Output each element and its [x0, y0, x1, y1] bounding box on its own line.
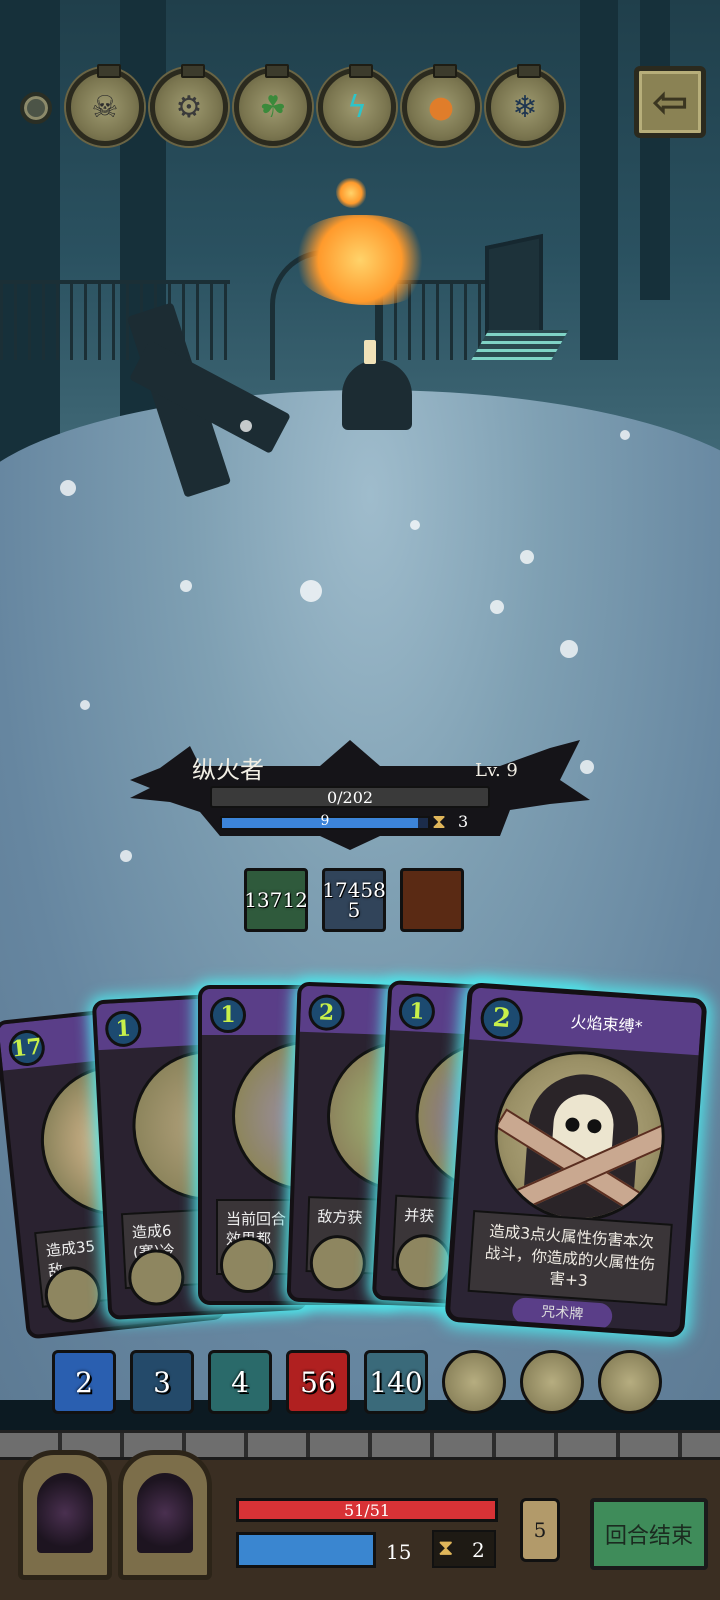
dead-tree	[580, 0, 618, 360]
snowflake	[240, 420, 252, 432]
lightning-relic-icon: ϟ	[347, 89, 367, 125]
orange-orb-relic-icon: ●	[427, 89, 455, 125]
snowflake	[620, 430, 630, 440]
snowflake	[60, 480, 76, 496]
ice-orb-icon[interactable]	[520, 1350, 584, 1414]
frost-rune-icon[interactable]	[442, 1350, 506, 1414]
back-button[interactable]: ⇦	[634, 66, 706, 138]
draw-pile-icon[interactable]: 2	[52, 1350, 116, 1414]
snowflake	[560, 640, 578, 658]
card-art-hooded-skeleton	[488, 1045, 671, 1227]
card-type-label: 咒术牌	[511, 1296, 614, 1330]
snowflake	[180, 580, 192, 592]
warrior-portrait-icon[interactable]	[598, 1350, 662, 1414]
ember	[336, 178, 366, 208]
buff-value: 17458 5	[322, 878, 386, 922]
enemy-timer: 3	[458, 812, 469, 831]
player-energy-fill	[239, 1535, 373, 1565]
frost-pile-icon[interactable]: 140	[364, 1350, 428, 1414]
player-hourglass-value: 2	[472, 1538, 485, 1562]
relic-slot[interactable]: ☠	[66, 64, 144, 146]
fire-pile-icon[interactable]: 56	[286, 1350, 350, 1414]
dead-tree	[640, 0, 670, 300]
pile-count: 56	[300, 1365, 336, 1399]
hourglass-icon: ⧗	[432, 809, 447, 833]
enemy-status-frame: 纵火者 Lv. 9 0/202 9 ⧗ 3	[130, 740, 590, 850]
card-hero-avatar-icon	[308, 1234, 367, 1293]
pile-count: 2	[75, 1365, 93, 1399]
gear-skull-relic-icon: ⚙	[175, 89, 203, 125]
player-hp-bar: 51/51	[236, 1498, 498, 1522]
poison-orb-icon[interactable]: 13712	[244, 868, 308, 932]
ice-relic-icon: ❄	[512, 89, 538, 125]
player-hp-text: 51/51	[343, 1501, 391, 1520]
pile-count: 3	[153, 1365, 171, 1399]
pile-count: 4	[231, 1365, 249, 1399]
burning-fence-icon[interactable]	[400, 868, 464, 932]
potion-slot[interactable]	[118, 1450, 212, 1580]
snowflake	[80, 700, 90, 710]
eye-portal-icon	[37, 1473, 93, 1553]
card-cost: 1	[210, 997, 246, 1033]
relic-slot[interactable]: ⚙	[150, 64, 228, 146]
menu-dot-button[interactable]	[20, 92, 52, 124]
snowflake	[300, 580, 322, 602]
dark-portal-icon	[137, 1473, 193, 1553]
snowflake	[520, 550, 534, 564]
fence	[0, 280, 230, 360]
frost-shard-icon[interactable]: 17458 5	[322, 868, 386, 932]
enemy-hp-text: 0/202	[326, 787, 374, 807]
tombstone	[342, 360, 412, 430]
card-flame-bind[interactable]: 2 火焰束缚* 造成3点火属性伤害本次战斗，你造成的火属性伤害+3 咒术牌	[444, 982, 708, 1338]
card-description: 造成3点火属性伤害本次战斗，你造成的火属性伤害+3	[467, 1209, 673, 1306]
buff-value: 13712	[244, 888, 308, 912]
end-turn-button[interactable]: 回合结束	[590, 1498, 708, 1570]
potion-slot[interactable]	[18, 1450, 112, 1580]
skull-bag-relic-icon: ☠	[91, 89, 119, 125]
snowflake	[410, 520, 420, 530]
ice-pile-icon[interactable]: 3	[130, 1350, 194, 1414]
enemy-shield-bar: 9	[220, 813, 430, 830]
enemy-level: Lv. 9	[475, 760, 518, 781]
pile-count: 140	[369, 1365, 423, 1399]
player-energy-bar	[236, 1532, 376, 1568]
snowflake	[120, 850, 132, 862]
player-energy-value: 15	[386, 1540, 412, 1564]
hourglass-icon: ⧗	[438, 1536, 454, 1561]
relic-slot[interactable]: ●	[402, 64, 480, 146]
enemy-hp-bar: 0/202	[210, 786, 490, 808]
shield-pile-icon[interactable]: 4	[208, 1350, 272, 1414]
potion-slots	[10, 1450, 220, 1590]
relic-slot[interactable]: ϟ	[318, 64, 396, 146]
relic-slot[interactable]: ☘	[234, 64, 312, 146]
crypt-steps	[471, 330, 569, 360]
arrow-left-icon: ⇦	[651, 76, 689, 128]
relic-slot[interactable]: ❄	[486, 64, 564, 146]
snowflake	[490, 600, 504, 614]
candle	[364, 340, 376, 364]
green-potion-relic-icon: ☘	[259, 89, 287, 125]
enemy-name: 纵火者	[192, 756, 264, 784]
card-title: 火焰束缚*	[569, 1012, 644, 1037]
player-hourglass: ⧗ 2	[432, 1530, 496, 1568]
deck-count-button[interactable]: 5	[520, 1498, 560, 1562]
card-hero-avatar-icon	[220, 1237, 276, 1293]
enemy-shield-text: 9	[320, 813, 330, 829]
